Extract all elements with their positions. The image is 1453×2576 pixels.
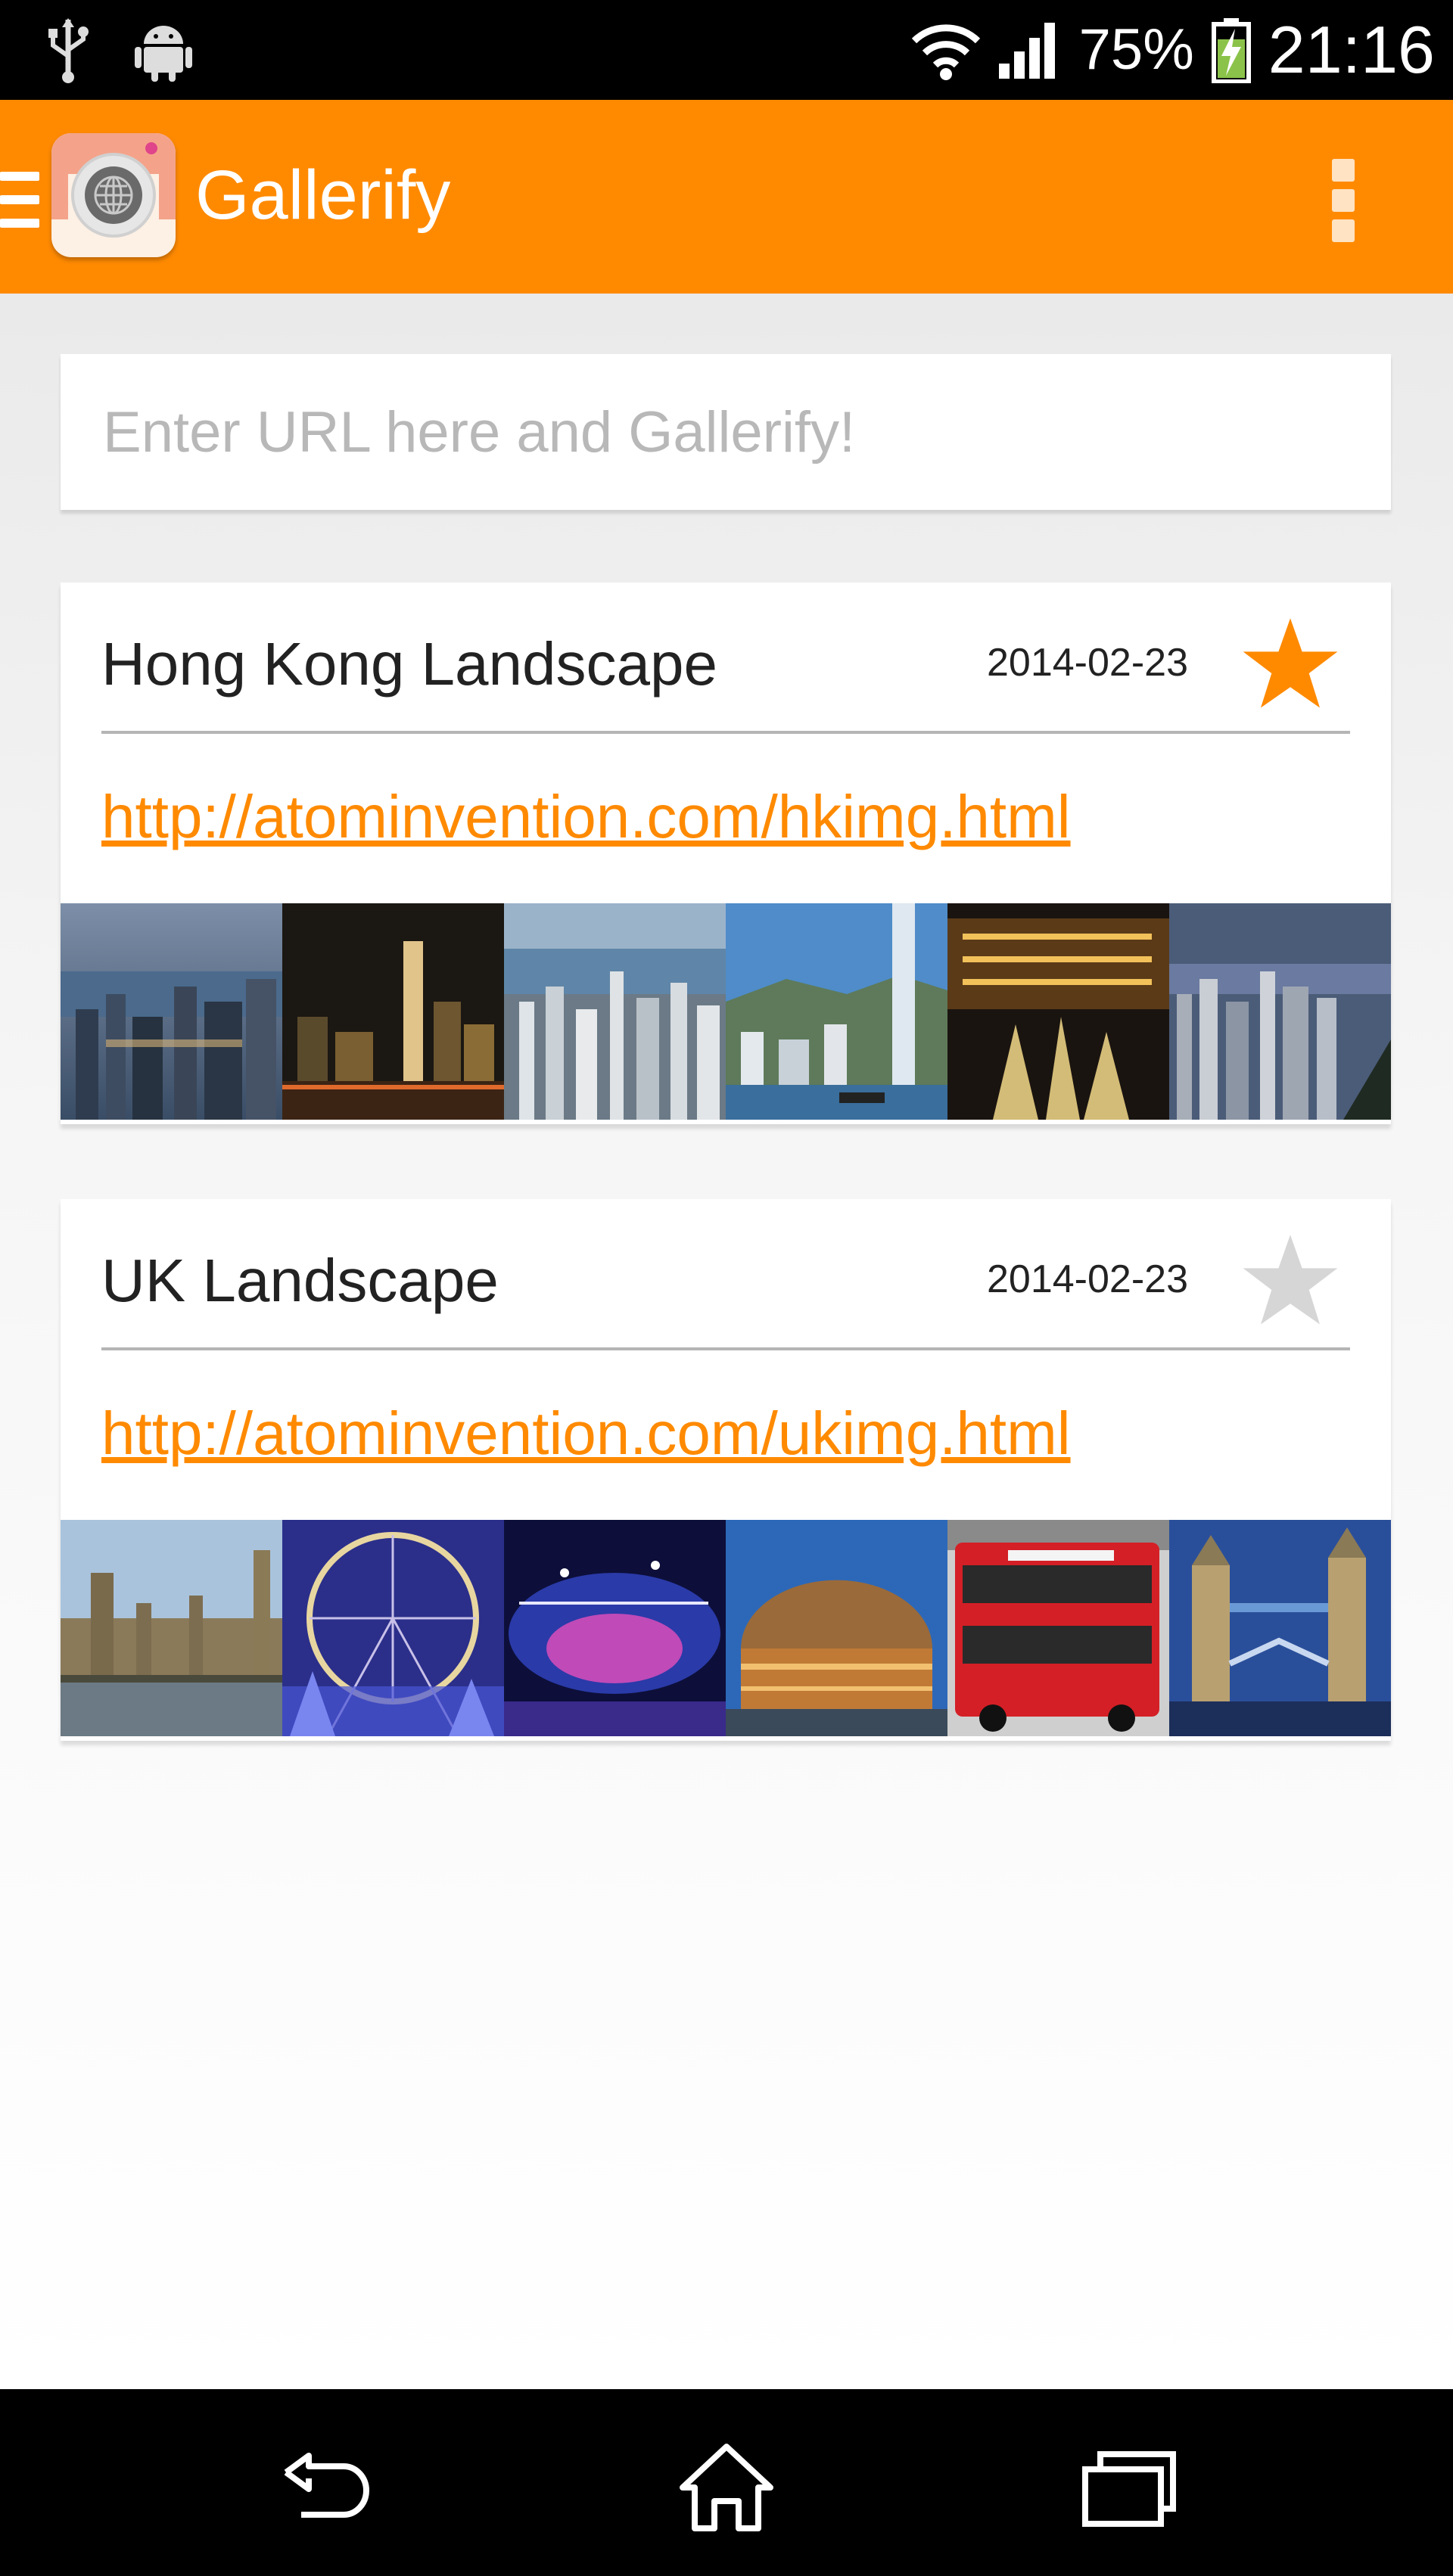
thumbnail-uk-red-bus[interactable] bbox=[947, 1520, 1169, 1736]
gallery-url-link[interactable]: http://atominvention.com/hkimg.html bbox=[101, 787, 1071, 847]
app-bar: Gallerify bbox=[0, 100, 1453, 294]
battery-percent: 75% bbox=[1078, 17, 1194, 82]
gallery-date: 2014-02-23 bbox=[987, 1257, 1188, 1301]
menu-icon[interactable] bbox=[0, 172, 39, 228]
thumbnail-uk-parliament[interactable] bbox=[61, 1520, 282, 1736]
thumbnail-strip bbox=[61, 903, 1391, 1120]
main-content: Hong Kong Landscape 2014-02-23 http://at… bbox=[0, 294, 1453, 2389]
thumbnail-strip bbox=[61, 1520, 1391, 1736]
url-input[interactable] bbox=[61, 354, 1391, 510]
url-search-card bbox=[61, 354, 1391, 510]
gallery-url-link[interactable]: http://atominvention.com/ukimg.html bbox=[101, 1403, 1071, 1464]
notification-icons bbox=[45, 17, 194, 83]
recent-apps-icon[interactable] bbox=[1076, 2442, 1182, 2533]
gallery-title: Hong Kong Landscape bbox=[101, 630, 717, 698]
gallery-date: 2014-02-23 bbox=[987, 641, 1188, 685]
thumbnail-hk-skyline-day[interactable] bbox=[504, 903, 726, 1120]
signal-icon bbox=[998, 23, 1055, 79]
thumbnail-hk-fountain-night[interactable] bbox=[947, 903, 1169, 1120]
clock: 21:16 bbox=[1268, 12, 1435, 87]
star-filled-icon[interactable] bbox=[1241, 614, 1339, 713]
thumbnail-hk-ifc-tower[interactable] bbox=[726, 903, 947, 1120]
gallery-card-uk[interactable]: UK Landscape 2014-02-23 http://atominven… bbox=[61, 1199, 1391, 1741]
divider bbox=[101, 1347, 1350, 1350]
home-icon[interactable] bbox=[674, 2442, 779, 2533]
gallery-title: UK Landscape bbox=[101, 1247, 499, 1314]
back-icon[interactable] bbox=[271, 2442, 377, 2533]
wifi-icon bbox=[911, 24, 980, 80]
navigation-bar bbox=[0, 2389, 1453, 2576]
overflow-menu-icon[interactable] bbox=[1332, 159, 1355, 242]
usb-icon bbox=[48, 18, 89, 83]
app-logo-icon[interactable] bbox=[51, 133, 176, 257]
star-outline-icon[interactable] bbox=[1241, 1231, 1339, 1329]
status-bar: 75% 21:16 bbox=[0, 0, 1453, 100]
battery-charging-icon bbox=[1211, 18, 1251, 83]
gallery-card-hong-kong[interactable]: Hong Kong Landscape 2014-02-23 http://at… bbox=[61, 583, 1391, 1124]
thumbnail-hk-peak-view[interactable] bbox=[1169, 903, 1391, 1120]
system-icons: 75% 21:16 bbox=[911, 0, 1435, 100]
thumbnail-hk-harbour[interactable] bbox=[61, 903, 282, 1120]
android-icon bbox=[135, 26, 192, 82]
thumbnail-uk-royal-albert-hall[interactable] bbox=[726, 1520, 947, 1736]
thumbnail-uk-london-eye[interactable] bbox=[282, 1520, 504, 1736]
thumbnail-uk-olympic-stadium[interactable] bbox=[504, 1520, 726, 1736]
thumbnail-uk-tower-bridge[interactable] bbox=[1169, 1520, 1391, 1736]
thumbnail-hk-night-tower[interactable] bbox=[282, 903, 504, 1120]
divider bbox=[101, 731, 1350, 734]
app-title: Gallerify bbox=[195, 157, 451, 234]
